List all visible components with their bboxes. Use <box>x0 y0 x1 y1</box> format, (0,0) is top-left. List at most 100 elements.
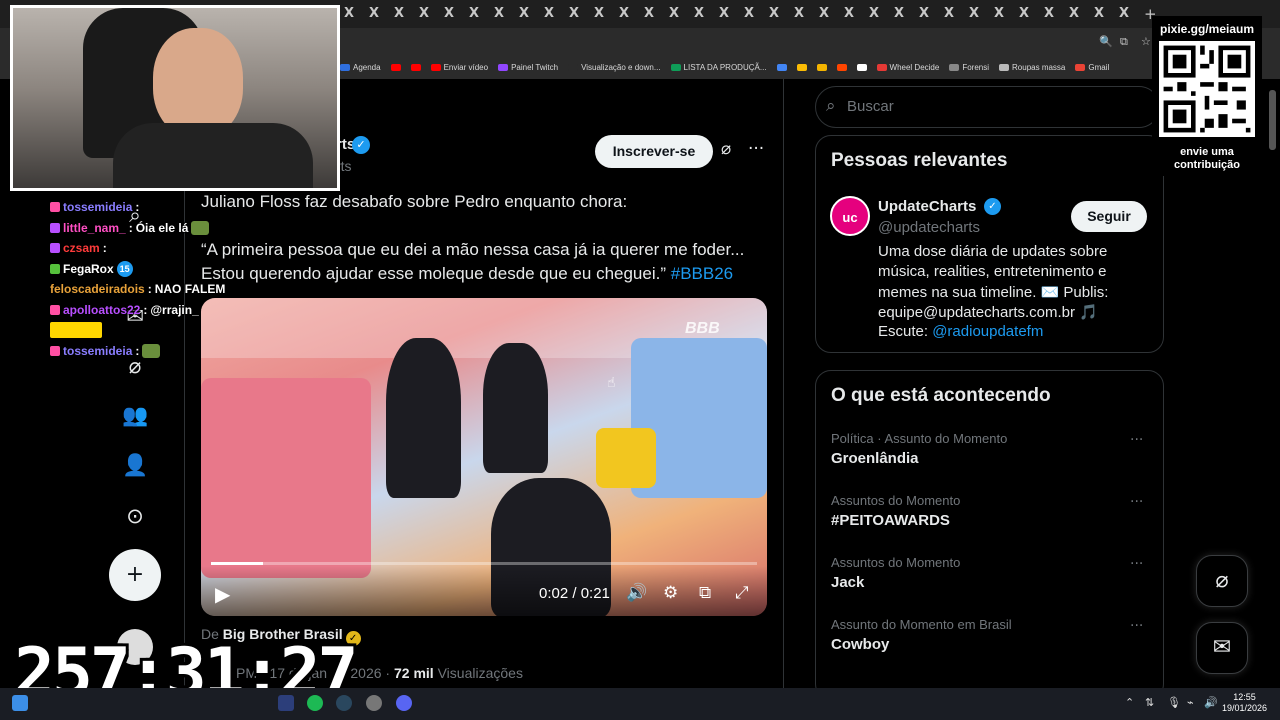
trend-more-icon[interactable]: ··· <box>1130 432 1143 448</box>
trend-name[interactable]: #PEITOAWARDS <box>831 512 950 529</box>
tab-close-icon[interactable]: X <box>1065 5 1083 23</box>
bookmark-item[interactable] <box>410 63 421 71</box>
trend-more-icon[interactable]: ··· <box>1130 494 1143 510</box>
tab-close-icon[interactable]: X <box>965 5 983 23</box>
tab-close-icon[interactable]: X <box>715 5 733 23</box>
settings-gear-icon[interactable]: ⚙ <box>663 583 678 603</box>
tab-close-icon[interactable]: X <box>940 5 958 23</box>
communities-icon[interactable]: 👥 <box>122 402 148 428</box>
bookmark-item[interactable] <box>796 63 807 71</box>
taskbar-clock[interactable]: 12:55 19/01/2026 <box>1222 692 1267 714</box>
bookmark-item[interactable]: Roupas massa <box>999 63 1065 72</box>
bookmark-favicon-icon <box>390 63 401 71</box>
bookmark-item[interactable] <box>856 63 867 71</box>
tab-close-icon[interactable]: X <box>665 5 683 23</box>
trend-name[interactable]: Jack <box>831 574 864 591</box>
tab-close-icon[interactable]: X <box>815 5 833 23</box>
tab-close-icon[interactable]: X <box>590 5 608 23</box>
hashtag-link[interactable]: #BBB26 <box>671 264 733 283</box>
bookmark-item[interactable]: Wheel Decide <box>876 63 939 72</box>
tab-close-icon[interactable]: X <box>465 5 483 23</box>
bookmark-item[interactable]: Agenda <box>340 63 381 72</box>
wifi-icon[interactable]: ⌁ <box>1187 696 1194 709</box>
fullscreen-icon[interactable]: ⤢ <box>735 583 749 603</box>
grok-fab-icon[interactable]: ⌀ <box>1196 555 1248 607</box>
tab-close-icon[interactable]: X <box>1115 5 1133 23</box>
tab-close-icon[interactable]: X <box>415 5 433 23</box>
tab-close-icon[interactable]: X <box>615 5 633 23</box>
page-scrollbar[interactable] <box>1269 90 1276 150</box>
avatar[interactable]: uc <box>830 196 870 236</box>
bookmark-favicon-icon <box>856 63 867 71</box>
tab-close-icon[interactable]: X <box>740 5 758 23</box>
trend-more-icon[interactable]: ··· <box>1130 556 1143 572</box>
post-button[interactable]: + <box>109 549 161 601</box>
play-icon[interactable]: ▶ <box>215 582 230 606</box>
tab-close-icon[interactable]: X <box>990 5 1008 23</box>
grok-icon[interactable]: ⌀ <box>721 139 731 159</box>
network-icon[interactable]: ⇅ <box>1145 696 1154 709</box>
tab-close-icon[interactable]: X <box>340 5 358 23</box>
picture-in-picture-icon[interactable]: ⧉ <box>699 583 711 603</box>
video-progress-bar[interactable] <box>211 562 757 565</box>
tab-close-icon[interactable]: X <box>565 5 583 23</box>
bookmark-item[interactable]: Forensi <box>949 63 989 72</box>
tab-close-icon[interactable]: X <box>915 5 933 23</box>
discord-icon[interactable] <box>396 695 412 711</box>
user-handle[interactable]: @updatecharts <box>878 219 980 236</box>
tab-close-icon[interactable]: X <box>390 5 408 23</box>
obs-icon[interactable] <box>366 695 382 711</box>
bio-mention-link[interactable]: @radioupdatefm <box>932 323 1043 340</box>
volume-icon[interactable]: 🔊 <box>626 583 647 603</box>
follow-button[interactable]: Seguir <box>1071 201 1147 232</box>
bookmark-item[interactable]: Visualização e down... <box>568 63 661 72</box>
bookmark-item[interactable] <box>836 63 847 71</box>
subscribe-button[interactable]: Inscrever-se <box>595 135 713 168</box>
microphone-icon[interactable]: 🎙 <box>1167 696 1181 709</box>
messages-fab-icon[interactable]: ✉ <box>1196 622 1248 674</box>
speaker-icon[interactable]: 🔊 <box>1204 696 1218 709</box>
spotify-icon[interactable] <box>307 695 323 711</box>
bookmark-favicon-icon <box>430 63 441 71</box>
tab-close-icon[interactable]: X <box>640 5 658 23</box>
photoshop-icon[interactable] <box>278 695 294 711</box>
tab-close-icon[interactable]: X <box>515 5 533 23</box>
tab-close-icon[interactable]: X <box>765 5 783 23</box>
user-bio-line: música, realities, entretenimento e <box>878 263 1107 280</box>
more-icon[interactable]: ⊙ <box>122 503 148 529</box>
bookmark-item[interactable] <box>776 63 787 71</box>
bookmark-item[interactable] <box>816 63 827 71</box>
bookmark-item[interactable] <box>390 63 401 71</box>
bookmark-item[interactable]: LISTA DA PRODUÇÃ... <box>670 63 767 72</box>
tray-chevron-icon[interactable]: ⌃ <box>1125 696 1134 709</box>
tab-close-icon[interactable]: X <box>440 5 458 23</box>
tab-close-icon[interactable]: X <box>540 5 558 23</box>
tab-close-icon[interactable]: X <box>1040 5 1058 23</box>
tab-close-icon[interactable]: X <box>1090 5 1108 23</box>
chat-username: czsam <box>63 241 100 256</box>
tab-close-icon[interactable]: X <box>865 5 883 23</box>
profile-icon[interactable]: 👤 <box>122 452 148 478</box>
bookmark-star-icon[interactable]: ☆ <box>1141 35 1151 48</box>
tab-close-icon[interactable]: X <box>690 5 708 23</box>
tab-close-icon[interactable]: X <box>840 5 858 23</box>
search-placeholder[interactable]: Buscar <box>847 98 894 115</box>
tab-close-icon[interactable]: X <box>790 5 808 23</box>
trend-name[interactable]: Cowboy <box>831 636 889 653</box>
video-player[interactable]: BBB ▶ 0:02 / 0:21 🔊 ⚙ ⧉ ⤢ <box>201 298 767 616</box>
user-name[interactable]: UpdateCharts <box>878 198 976 215</box>
start-icon[interactable] <box>12 695 28 711</box>
trend-more-icon[interactable]: ··· <box>1130 618 1143 634</box>
bookmark-item[interactable]: Painel Twitch <box>498 63 558 72</box>
tab-close-icon[interactable]: X <box>1015 5 1033 23</box>
bookmark-item[interactable]: Gmail <box>1075 63 1109 72</box>
tab-close-icon[interactable]: X <box>890 5 908 23</box>
cast-icon[interactable]: ⧉ <box>1120 35 1128 49</box>
tweet-more-icon[interactable]: ··· <box>748 139 764 159</box>
steam-icon[interactable] <box>336 695 352 711</box>
trend-name[interactable]: Groenlândia <box>831 450 919 467</box>
tab-close-icon[interactable]: X <box>365 5 383 23</box>
bookmark-item[interactable]: Enviar vídeo <box>430 63 488 72</box>
zoom-icon[interactable]: 🔍 <box>1099 35 1113 48</box>
tab-close-icon[interactable]: X <box>490 5 508 23</box>
